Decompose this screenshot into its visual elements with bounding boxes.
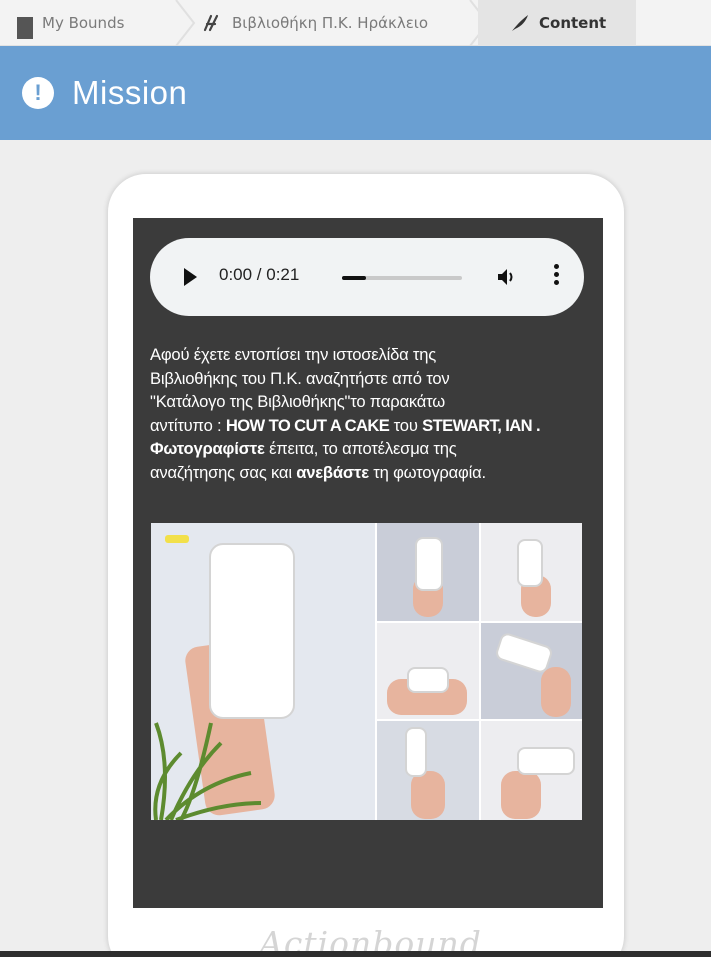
audio-progress-fill [342, 276, 366, 280]
text-fragment: τη φωτογραφία. [368, 462, 486, 482]
hand-shape [501, 771, 541, 819]
mission-title: Mission [72, 74, 188, 111]
emphasis: ανεβάστε [296, 462, 369, 482]
breadcrumb-label: Βιβλιοθήκη Π.Κ. Ηράκλειο [232, 14, 429, 32]
breadcrumb-label: My Bounds [42, 14, 125, 32]
mission-header: ! Mission [0, 46, 711, 140]
text-fragment: αντίτυπο : [150, 415, 226, 435]
plant-graphic [153, 722, 262, 820]
breadcrumb: My Bounds Βιβλιοθήκη Π.Κ. Ηράκλειο Conte… [0, 0, 711, 46]
text-fragment: αναζήτησης σας και [150, 462, 297, 482]
text-line: "Κατάλογο της Βιβλιοθήκης"το παρακάτω [150, 392, 446, 411]
image-cell [481, 721, 582, 820]
text-fragment: του [389, 415, 423, 435]
emphasis: Φωτογραφίστε [150, 439, 265, 458]
image-cell [481, 523, 582, 621]
alert-icon: ! [22, 77, 54, 109]
tag-badge [165, 535, 189, 543]
image-cell [377, 721, 479, 820]
phone-mockup [415, 537, 443, 591]
book-title: HOW TO CUT A CAKE [225, 415, 390, 435]
grid-icon [17, 16, 33, 39]
phone-mockup [407, 667, 449, 693]
more-options-icon[interactable] [554, 264, 560, 290]
book-author: STEWART, IAN . [422, 415, 541, 435]
audio-time: 0:00 / 0:21 [219, 265, 300, 284]
feather-icon [512, 15, 528, 31]
image-cell [151, 523, 375, 820]
mission-text: Αφού έχετε εντοπίσει την ιστοσελίδα της … [150, 343, 588, 484]
breadcrumb-bound[interactable]: Βιβλιοθήκη Π.Κ. Ηράκλειο [203, 0, 483, 46]
breadcrumb-content[interactable]: Content [478, 0, 636, 46]
text-line: αντίτυπο : HOW TO CUT A CAKE του STEWART… [150, 414, 588, 438]
audio-player: 0:00 / 0:21 [150, 238, 584, 316]
breadcrumb-my-bounds[interactable]: My Bounds [17, 0, 177, 46]
breadcrumb-label: Content [539, 14, 607, 32]
image-cell [377, 623, 479, 719]
phone-mockup [517, 747, 575, 775]
play-icon[interactable] [184, 268, 197, 286]
volume-icon[interactable] [495, 265, 519, 289]
phone-mockup [405, 727, 427, 777]
phone-mockup [493, 631, 555, 675]
bottom-strip [0, 951, 711, 957]
text-line: αναζήτησης σας και ανεβάστε τη φωτογραφί… [150, 461, 588, 485]
route-icon [203, 14, 219, 32]
phone-mockup [517, 539, 543, 587]
hand-shape [411, 771, 445, 819]
image-cell [377, 523, 479, 621]
text-line: Φωτογραφίστε έπειτα, το αποτέλεσμα της [150, 437, 588, 461]
image-cell [481, 623, 582, 719]
chevron-separator-icon [175, 0, 196, 46]
text-fragment: έπειτα, το αποτέλεσμα της [264, 439, 457, 458]
text-line: Αφού έχετε εντοπίσει την ιστοσελίδα της [150, 345, 437, 364]
hand-shape [541, 667, 571, 717]
audio-progress-slider[interactable] [342, 276, 462, 280]
text-line: Βιβλιοθήκης του Π.Κ. αναζητήστε από τον [150, 368, 450, 388]
mission-image [151, 523, 582, 820]
